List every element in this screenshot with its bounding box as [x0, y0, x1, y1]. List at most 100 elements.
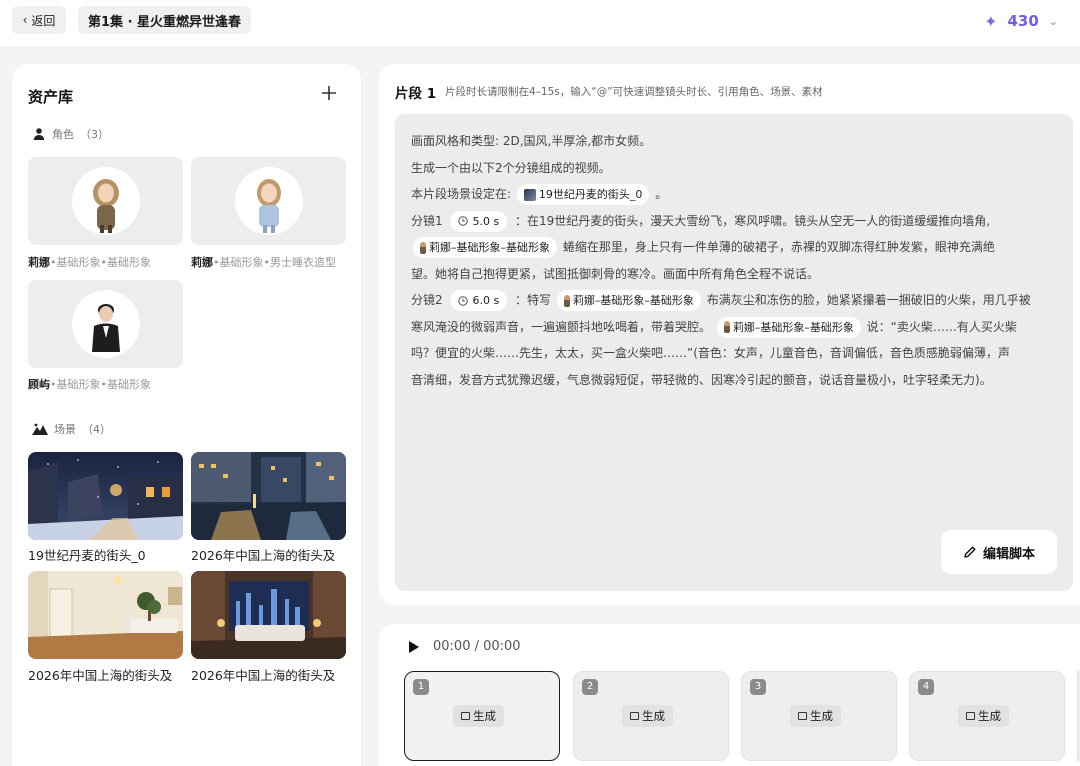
shot-index: 3	[750, 679, 766, 695]
segment-panel: 片段 1 片段时长请限制在4–15s，输入“@”可快速调整镜头时长、引用角色、场…	[379, 64, 1080, 605]
character-reference-chip[interactable]: 莉娜–基础形象–基础形象	[716, 316, 861, 338]
play-icon[interactable]	[407, 639, 421, 655]
generate-label: 生成	[978, 709, 1001, 723]
script-text: 布满灰尘和冻伤的脸，她紧紧攥着一捆破旧的火柴，用几乎被	[706, 293, 1031, 307]
shot-card-1[interactable]: 1 生成	[404, 671, 560, 761]
player-panel: 00:00 / 00:00 1 生成 2 生成 3 生成 4 生成	[379, 624, 1080, 766]
character-portrait	[72, 167, 140, 235]
characters-section-header: 角色 （3）	[32, 126, 109, 142]
scene-name: 2026年中国上海的街头及	[191, 548, 336, 563]
script-line: 画面风格和类型: 2D,国风,半厚涂,都市女频。	[411, 134, 652, 148]
pencil-icon	[964, 546, 976, 558]
script-text: 本片段场景设定在:	[411, 187, 512, 201]
generate-label: 生成	[642, 709, 665, 723]
character-card-guyu-base[interactable]	[28, 280, 183, 368]
shot-card-4[interactable]: 4 生成	[909, 671, 1065, 761]
script-editor[interactable]: 画面风格和类型: 2D,国风,半厚涂,都市女频。 生成一个由以下2个分镜组成的视…	[395, 114, 1073, 591]
mountain-icon	[32, 423, 48, 435]
script-text: 说：“卖火柴……有人买火柴	[866, 319, 1017, 334]
script-text: ：特写	[515, 293, 552, 307]
film-icon	[630, 712, 639, 720]
scenes-count: （4）	[82, 423, 111, 436]
scene-thumb-icon	[523, 188, 536, 201]
shot-duration: 5.0 s	[472, 214, 500, 228]
generate-label: 生成	[473, 709, 496, 723]
edit-script-button[interactable]: 编辑脚本	[941, 530, 1057, 574]
shot-duration: 6.0 s	[472, 294, 500, 307]
script-line: 吗？便宜的火柴……先生，太太，买一盒火柴吧……”(音色：女声，儿童音色，音调偏低…	[411, 346, 1010, 360]
shot-label: 分镜2	[411, 293, 443, 307]
scenes-label: 场景	[54, 423, 76, 436]
scene-thumbnail	[191, 452, 346, 540]
film-icon	[461, 712, 470, 720]
generate-button[interactable]: 生成	[790, 705, 841, 727]
scene-card-shanghai-bedroom[interactable]	[191, 571, 346, 659]
credits-count: 430	[1007, 12, 1039, 30]
character-name: 莉娜•基础形象•基础形象	[28, 256, 151, 269]
asset-library-panel: 资产库 角色 （3） 莉娜•基础形象•基础形象 莉娜•基础形象•男士睡衣造型 顾…	[12, 64, 361, 766]
scene-thumbnail	[191, 571, 346, 659]
script-text: 。	[655, 187, 668, 201]
scene-card-shanghai-street[interactable]	[191, 452, 346, 540]
asset-library-title: 资产库	[28, 88, 74, 106]
episode-title[interactable]: 第1集 · 星火重燃异世逢春	[78, 6, 252, 34]
script-line: 音清细，发音方式犹豫迟缓，气息微弱短促，带轻微的、因寒冷引起的颤音，说话音量极小…	[411, 372, 992, 387]
generate-button[interactable]: 生成	[958, 705, 1009, 727]
script-line: 莉娜–基础形象–基础形象 蜷缩在那里，身上只有一件单薄的破裙子，赤裸的双脚冻得红…	[411, 234, 1057, 261]
character-figure-icon	[723, 321, 730, 333]
character-reference-label: 莉娜–基础形象–基础形象	[572, 294, 694, 307]
edit-script-label: 编辑脚本	[982, 546, 1035, 562]
script-line: 分镜2 6.0 s ：特写 莉娜–基础形象–基础形象 布满灰尘和冻伤的脸，她紧紧…	[411, 287, 1057, 314]
character-reference-chip[interactable]: 莉娜–基础形象–基础形象	[556, 290, 701, 311]
character-card-lina-pajama[interactable]	[191, 157, 346, 245]
shot-label: 分镜1	[411, 213, 443, 228]
script-text: ：在19世纪丹麦的街头，漫天大雪纷飞，寒风呼啸。镜头从空无一人的街道缓缓推向墙角…	[515, 213, 991, 228]
character-card-lina-base[interactable]	[28, 157, 183, 245]
film-icon	[966, 712, 975, 720]
credits-menu[interactable]: ✦ 430 ⌄	[984, 8, 1058, 34]
characters-label: 角色	[52, 128, 74, 141]
scene-card-shanghai-apartment[interactable]	[28, 571, 183, 659]
character-figure-icon	[563, 294, 570, 307]
clock-icon	[458, 216, 469, 226]
script-line: 本片段场景设定在: 19世纪丹麦的街头_0 。	[411, 181, 1057, 208]
add-asset-button[interactable]	[318, 82, 340, 104]
segment-hint: 片段时长请限制在4–15s，输入“@”可快速调整镜头时长、引用角色、场景、素材	[445, 86, 823, 98]
scene-name: 19世纪丹麦的街头_0	[28, 548, 146, 563]
shot-index: 2	[582, 679, 598, 695]
character-name: 莉娜•基础形象•男士睡衣造型	[191, 256, 336, 269]
character-name: 顾屿•基础形象•基础形象	[28, 378, 151, 391]
scene-reference-chip[interactable]: 19世纪丹麦的街头_0	[516, 184, 650, 205]
character-reference-label: 莉娜–基础形象–基础形象	[429, 241, 550, 254]
scene-card-denmark-street[interactable]	[28, 452, 183, 540]
scene-name: 2026年中国上海的街头及	[28, 668, 173, 683]
generate-button[interactable]: 生成	[453, 705, 504, 727]
scene-thumbnail	[28, 571, 183, 659]
script-text: 寒风淹没的微弱声音，一遍遍颤抖地吆喝着，带着哭腔。	[411, 319, 712, 334]
character-portrait	[235, 167, 303, 235]
shot-card-2[interactable]: 2 生成	[573, 671, 729, 761]
chevron-down-icon: ⌄	[1048, 14, 1058, 28]
shot-duration-chip[interactable]: 5.0 s	[450, 210, 508, 232]
shot-card-3[interactable]: 3 生成	[741, 671, 897, 761]
shot-index: 4	[918, 679, 934, 695]
playback-time: 00:00 / 00:00	[433, 639, 521, 654]
back-label: 返回	[31, 13, 56, 28]
characters-count: （3）	[80, 128, 109, 141]
segment-title: 片段 1	[395, 86, 437, 102]
shot-duration-chip[interactable]: 6.0 s	[450, 290, 508, 311]
script-line: 生成一个由以下2个分镜组成的视频。	[411, 160, 611, 175]
plus-icon	[322, 86, 336, 100]
scene-thumbnail	[28, 452, 183, 540]
clock-icon	[458, 295, 469, 306]
character-reference-chip[interactable]: 莉娜–基础形象–基础形象	[413, 237, 557, 258]
scene-name: 2026年中国上海的街头及	[191, 668, 336, 683]
character-portrait	[72, 290, 140, 358]
person-icon	[33, 128, 45, 140]
generate-button[interactable]: 生成	[622, 705, 673, 727]
sparkle-icon: ✦	[984, 11, 998, 31]
script-line: 分镜1 5.0 s ：在19世纪丹麦的街头，漫天大雪纷飞，寒风呼啸。镜头从空无一…	[411, 208, 1057, 235]
character-reference-label: 莉娜–基础形象–基础形象	[732, 320, 854, 334]
back-button[interactable]: ‹ 返回	[12, 6, 66, 34]
character-figure-icon	[420, 241, 426, 254]
